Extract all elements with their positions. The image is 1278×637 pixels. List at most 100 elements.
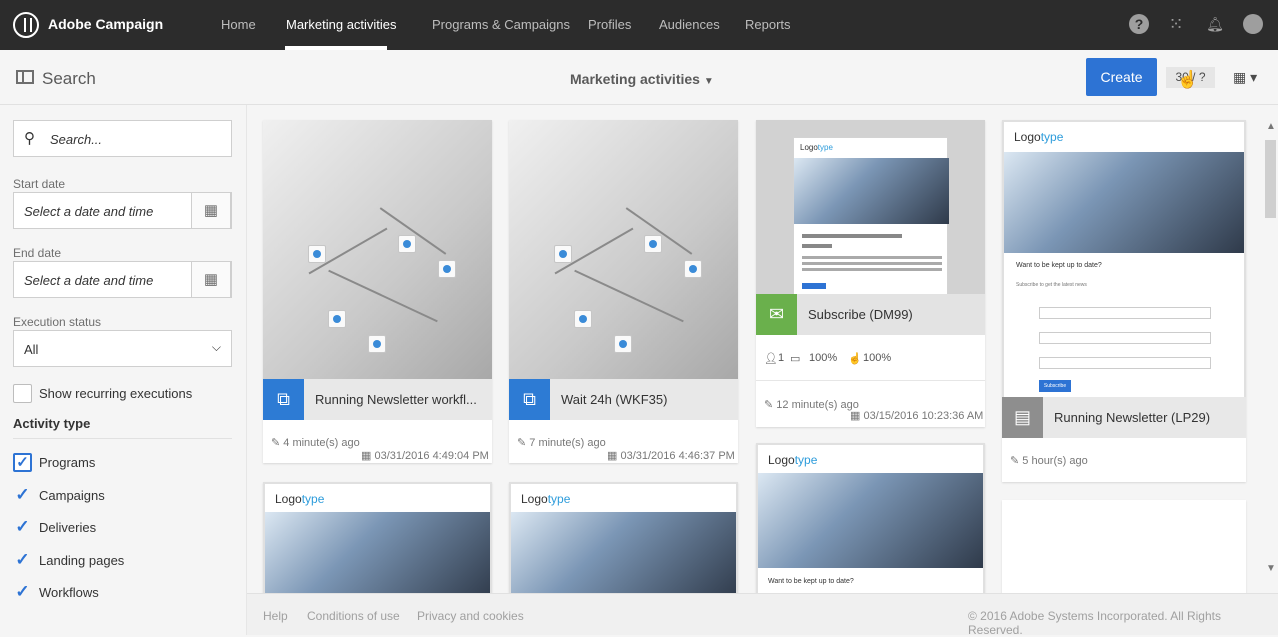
activity-card[interactable]: Logotype Want to be kept up to date? Sub… <box>1002 120 1246 482</box>
scroll-down-icon[interactable]: ▼ <box>1266 563 1276 574</box>
scroll-thumb[interactable] <box>1265 140 1276 218</box>
activity-card[interactable]: ⧉ Running Newsletter workfl... ✎ 4 minut… <box>263 120 492 463</box>
deliveries-checkbox[interactable]: ✓ <box>13 518 32 537</box>
grid-view-icon[interactable]: ▦ ▾ <box>1233 69 1263 87</box>
activity-card[interactable]: Logotype <box>263 482 492 593</box>
activity-card[interactable]: Logotype <box>509 482 738 593</box>
calendar-small-icon: ▦ <box>607 450 621 462</box>
card-title[interactable]: Wait 24h (WKF35) <box>561 392 667 407</box>
activity-card[interactable]: Logotype ✉ Subscribe (DM99) 👤︎ 1 ▭ 100% … <box>756 120 985 427</box>
bell-icon[interactable]: 🔔︎ <box>1205 14 1225 34</box>
landing-pages-checkbox[interactable]: ✓ <box>13 551 32 570</box>
card-title[interactable]: Subscribe (DM99) <box>808 307 913 322</box>
workflows-label: Workflows <box>39 585 99 600</box>
pencil-icon: ✎ <box>764 399 777 411</box>
nav-programs-campaigns[interactable]: Programs & Campaigns <box>432 17 570 32</box>
user-icon: 👤︎ <box>764 353 778 365</box>
card-edited: ✎ 7 minute(s) ago <box>517 436 606 449</box>
lp-heading: Want to be kept up to date? <box>1016 262 1102 269</box>
card-date-text: 03/15/2016 10:23:36 AM <box>863 410 984 422</box>
search-input[interactable]: ⚲ Search... <box>13 120 232 157</box>
footer-copyright: © 2016 Adobe Systems Incorporated. All R… <box>968 609 1221 637</box>
preview-logo: Logotype <box>521 492 571 506</box>
end-date-placeholder: Select a date and time <box>24 273 154 288</box>
filter-sidebar: ⚲ Search... Start date Select a date and… <box>0 105 247 635</box>
lp-subscribe-button: Subscribe <box>1039 380 1071 392</box>
activity-card[interactable]: Logotype Want to be kept up to date? <box>756 443 985 593</box>
activity-grid: ⧉ Running Newsletter workfl... ✎ 4 minut… <box>247 105 1263 593</box>
workflow-thumbnail <box>509 120 738 379</box>
execution-status-value: All <box>24 342 39 357</box>
workflows-checkbox[interactable]: ✓ <box>13 583 32 602</box>
pencil-icon: ✎ <box>517 437 530 449</box>
start-date-field[interactable]: Select a date and time ▦ <box>13 192 232 229</box>
card-title[interactable]: Running Newsletter workfl... <box>315 392 477 407</box>
apps-icon[interactable]: ⁙ <box>1166 14 1186 34</box>
calendar-icon[interactable]: ▦ <box>191 192 231 229</box>
landing-page-icon: ▤ <box>1002 397 1043 438</box>
nav-profiles[interactable]: Profiles <box>588 17 631 32</box>
search-panel-title[interactable]: Search <box>42 69 96 89</box>
card-edited: ✎ 5 hour(s) ago <box>1010 454 1088 467</box>
end-date-field[interactable]: Select a date and time ▦ <box>13 261 232 298</box>
activity-type-title: Activity type <box>13 416 91 431</box>
preview-logo: Logotype <box>800 143 833 152</box>
logo-icon[interactable] <box>13 12 39 38</box>
nav-reports[interactable]: Reports <box>745 17 791 32</box>
view-title: Marketing activities <box>570 71 700 87</box>
stat-opened: 100% <box>863 352 892 364</box>
preview-logo: Logotype <box>1014 130 1064 144</box>
nav-home[interactable]: Home <box>221 17 256 32</box>
footer-conditions[interactable]: Conditions of use <box>307 609 400 623</box>
footer-help[interactable]: Help <box>263 609 288 623</box>
view-selector[interactable]: Marketing activities ▼ <box>570 71 714 87</box>
end-date-label: End date <box>13 246 62 260</box>
landing-pages-label: Landing pages <box>39 553 125 568</box>
card-edited: ✎ 4 minute(s) ago <box>271 436 360 449</box>
nav-marketing-activities[interactable]: Marketing activities <box>286 17 397 32</box>
execution-status-select[interactable]: All ⌵ <box>13 330 232 367</box>
workflow-thumbnail <box>263 120 492 379</box>
landing-page-thumbnail: Logotype Want to be kept up to date? Sub… <box>1002 120 1246 438</box>
workflow-icon: ⧉ <box>509 379 550 420</box>
show-recurring-checkbox[interactable] <box>13 384 32 403</box>
hand-cursor-icon: ☝ <box>1177 70 1199 89</box>
brand-name[interactable]: Adobe Campaign <box>48 16 163 32</box>
card-edited-text: 5 hour(s) ago <box>1022 455 1088 467</box>
campaigns-checkbox[interactable]: ✓ <box>13 486 32 505</box>
pencil-icon: ✎ <box>1010 455 1023 467</box>
chevron-down-icon: ▼ <box>703 76 714 87</box>
preview-logo: Logotype <box>768 453 818 467</box>
calendar-icon[interactable]: ▦ <box>191 261 231 298</box>
programs-checkbox[interactable]: ✓ <box>13 453 32 472</box>
calendar-small-icon: ▦ <box>361 450 375 462</box>
scrollbar[interactable]: ▲ ▼ <box>1263 105 1278 593</box>
campaigns-label: Campaigns <box>39 488 105 503</box>
card-date: ▦ 03/31/2016 4:49:04 PM <box>361 449 489 462</box>
card-caption: ✉ Subscribe (DM99) <box>756 294 985 335</box>
top-navigation: Adobe Campaign Home Marketing activities… <box>0 0 1278 50</box>
card-date-text: 03/31/2016 4:49:04 PM <box>374 450 489 462</box>
card-caption: ⧉ Running Newsletter workfl... <box>263 379 492 420</box>
nav-audiences[interactable]: Audiences <box>659 17 720 32</box>
avatar-icon[interactable] <box>1243 14 1263 34</box>
panel-icon[interactable] <box>16 70 34 84</box>
workflow-icon: ⧉ <box>263 379 304 420</box>
open-icon: ▭ <box>790 353 801 365</box>
search-placeholder: Search... <box>50 132 103 147</box>
scroll-up-icon[interactable]: ▲ <box>1266 121 1276 132</box>
activity-card[interactable]: ⧉ Wait 24h (WKF35) ✎ 7 minute(s) ago ▦ 0… <box>509 120 738 463</box>
preview-logo: Logotype <box>275 492 325 506</box>
execution-status-label: Execution status <box>13 315 102 329</box>
card-date: ▦ 03/15/2016 10:23:36 AM <box>850 409 983 422</box>
card-edited: ✎ 12 minute(s) ago <box>764 398 859 411</box>
footer-privacy[interactable]: Privacy and cookies <box>417 609 524 623</box>
card-edited-text: 4 minute(s) ago <box>283 437 360 449</box>
card-title[interactable]: Running Newsletter (LP29) <box>1054 410 1210 425</box>
lp-heading: Want to be kept up to date? <box>768 578 854 585</box>
help-icon[interactable]: ? <box>1129 14 1149 34</box>
lp-subheading: Subscribe to get the latest news <box>1016 282 1087 288</box>
activity-card[interactable] <box>1002 500 1246 593</box>
deliveries-label: Deliveries <box>39 520 97 535</box>
create-button[interactable]: Create <box>1086 58 1157 96</box>
